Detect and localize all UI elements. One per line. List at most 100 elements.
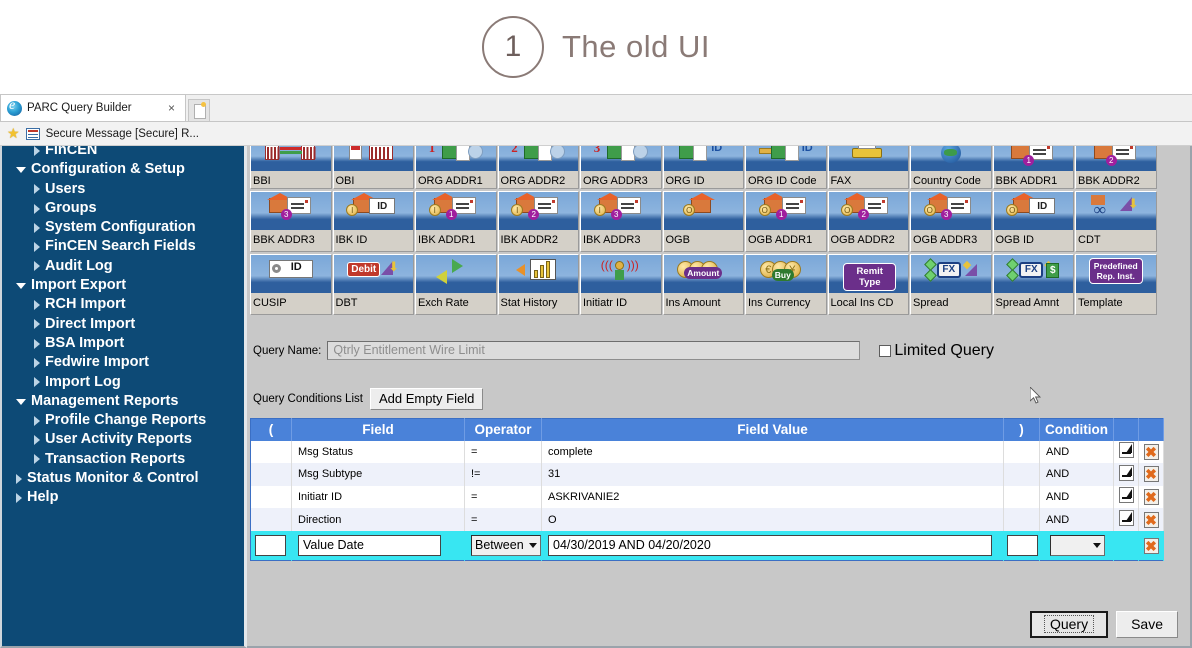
- new-tab-button[interactable]: [188, 99, 210, 121]
- sidebar-item-fincen-search-fields[interactable]: FinCEN Search Fields: [8, 237, 244, 256]
- sidebar-item-help[interactable]: Help: [8, 488, 244, 507]
- delete-icon[interactable]: ✖: [1143, 466, 1159, 483]
- query-name-input[interactable]: Qtrly Entitlement Wire Limit: [327, 341, 861, 360]
- palette-button-ogb-addr2[interactable]: O 2 OGB ADDR2: [827, 191, 909, 252]
- palette-button-bbk-addr3[interactable]: 3 BBK ADDR3: [250, 191, 332, 252]
- sidebar-item-import-export[interactable]: Import Export: [8, 276, 244, 295]
- delete-icon[interactable]: ✖: [1143, 537, 1159, 554]
- palette-button-cdt[interactable]: ∞ ⬇ CDT: [1075, 191, 1157, 252]
- palette-button-org-id[interactable]: ID ORG ID: [662, 146, 744, 189]
- palette-button-spread[interactable]: FX ◆ Spread: [910, 254, 992, 315]
- sidebar-item-transaction-reports[interactable]: Transaction Reports: [8, 450, 244, 469]
- cell-delete[interactable]: ✖: [1138, 440, 1164, 464]
- condition-select[interactable]: [1050, 535, 1105, 557]
- field-value-input[interactable]: 04/30/2019 AND 04/20/2020: [548, 535, 992, 557]
- cell-edit[interactable]: [1113, 508, 1139, 531]
- palette-button-ibk-addr3[interactable]: I 3 IBK ADDR3: [580, 191, 662, 252]
- cell-close-paren[interactable]: [1003, 530, 1040, 561]
- cell-delete[interactable]: ✖: [1138, 463, 1164, 486]
- sidebar-item-bsa-import[interactable]: BSA Import: [8, 334, 244, 353]
- limited-query-checkbox[interactable]: [879, 344, 892, 357]
- palette-button-org-id-code[interactable]: ID ORG ID Code: [745, 146, 827, 189]
- palette-button-org-addr3[interactable]: 3 ORG ADDR3: [580, 146, 662, 189]
- palette-button-dbt[interactable]: Debit ⬇ DBT: [332, 254, 414, 315]
- palette-button-org-addr1[interactable]: 1 ORG ADDR1: [415, 146, 497, 189]
- operator-select[interactable]: Between: [471, 535, 541, 557]
- palette-button-obi[interactable]: OBI: [332, 146, 414, 189]
- palette-button-ibk-id[interactable]: I ID IBK ID: [332, 191, 414, 252]
- sidebar-item-direct-import[interactable]: Direct Import: [8, 315, 244, 334]
- sidebar-item-rch-import[interactable]: RCH Import: [8, 295, 244, 314]
- edit-icon[interactable]: [1118, 510, 1134, 527]
- cell-condition[interactable]: [1039, 530, 1114, 561]
- palette-button-local-ins-cd[interactable]: Remit Type Local Ins CD: [827, 254, 909, 315]
- sidebar-item-system-configuration[interactable]: System Configuration: [8, 218, 244, 237]
- palette-button-bbk-addr2[interactable]: 2 BBK ADDR2: [1075, 146, 1157, 189]
- sidebar-item-status-monitor-control[interactable]: Status Monitor & Control: [8, 469, 244, 488]
- palette-button-country-code[interactable]: Country Code: [910, 146, 992, 189]
- cell-delete[interactable]: ✖: [1138, 508, 1164, 531]
- favorites-star-icon[interactable]: ★: [7, 125, 20, 142]
- cell-field[interactable]: Value Date: [291, 530, 465, 561]
- table-row[interactable]: Initiatr ID = ASKRIVANIE2 AND ✖: [250, 485, 1164, 509]
- cell-delete[interactable]: ✖: [1138, 530, 1164, 561]
- palette-button-exch-rate[interactable]: Exch Rate: [415, 254, 497, 315]
- sidebar-item-audit-log[interactable]: Audit Log: [8, 257, 244, 276]
- bookmark-item-secure-message[interactable]: Secure Message [Secure] R...: [46, 128, 199, 140]
- palette-button-ins-currency[interactable]: €¥BuyIns Currency: [745, 254, 827, 315]
- table-row-active[interactable]: Value Date Between 04/30/2019 AND 04/20/20…: [250, 530, 1164, 561]
- table-row[interactable]: Msg Status = complete AND ✖: [250, 440, 1164, 464]
- browser-tab-parc-query-builder[interactable]: PARC Query Builder ×: [0, 94, 186, 121]
- palette-button-ogb-addr1[interactable]: O 1 OGB ADDR1: [745, 191, 827, 252]
- sidebar-item-fincen[interactable]: FinCEN: [8, 146, 244, 160]
- palette-button-label: IBK ADDR1: [416, 230, 496, 251]
- add-empty-field-button[interactable]: Add Empty Field: [369, 388, 484, 410]
- palette-button-ins-amount[interactable]: Amount Ins Amount: [662, 254, 744, 315]
- delete-icon[interactable]: ✖: [1143, 443, 1159, 460]
- cell-open-paren[interactable]: [250, 530, 292, 561]
- palette-button-ogb-id[interactable]: O ID OGB ID: [992, 191, 1074, 252]
- cell-delete[interactable]: ✖: [1138, 485, 1164, 509]
- cell-edit[interactable]: [1113, 485, 1139, 509]
- field-input[interactable]: Value Date: [298, 535, 441, 557]
- cell-field-value[interactable]: 04/30/2019 AND 04/20/2020: [541, 530, 1004, 561]
- palette-button-ogb[interactable]: O OGB: [662, 191, 744, 252]
- palette-button-bbk-addr1[interactable]: 1 BBK ADDR1: [992, 146, 1074, 189]
- palette-button-template[interactable]: Predefined Rep. Inst. Template: [1075, 254, 1157, 315]
- close-icon[interactable]: ×: [164, 101, 179, 115]
- cell-operator[interactable]: Between: [464, 530, 542, 561]
- delete-icon[interactable]: ✖: [1143, 511, 1159, 528]
- palette-button-ogb-addr3[interactable]: O 3 OGB ADDR3: [910, 191, 992, 252]
- bbk-address-2-icon: 2: [1076, 146, 1156, 172]
- sidebar-item-users[interactable]: Users: [8, 180, 244, 199]
- query-button[interactable]: Query: [1029, 611, 1109, 638]
- sidebar-item-profile-change-reports[interactable]: Profile Change Reports: [8, 411, 244, 430]
- sidebar-item-groups[interactable]: Groups: [8, 199, 244, 218]
- sidebar-item-configuration-setup[interactable]: Configuration & Setup: [8, 160, 244, 179]
- palette-button-spread-amnt[interactable]: FX◆$Spread Amnt: [992, 254, 1074, 315]
- palette-button-org-addr2[interactable]: 2 ORG ADDR2: [497, 146, 579, 189]
- sidebar-item-management-reports[interactable]: Management Reports: [8, 392, 244, 411]
- sidebar-item-user-activity-reports[interactable]: User Activity Reports: [8, 430, 244, 449]
- save-button[interactable]: Save: [1116, 611, 1178, 638]
- table-row[interactable]: Msg Subtype != 31 AND ✖: [250, 463, 1164, 486]
- sidebar-item-import-log[interactable]: Import Log: [8, 373, 244, 392]
- palette-button-ibk-addr2[interactable]: I 2 IBK ADDR2: [497, 191, 579, 252]
- cell-edit[interactable]: [1113, 440, 1139, 464]
- palette-button-bbi[interactable]: BBI: [250, 146, 332, 189]
- edit-icon[interactable]: [1118, 442, 1134, 459]
- sidebar-item-fedwire-import[interactable]: Fedwire Import: [8, 353, 244, 372]
- palette-button-stat-history[interactable]: Stat History: [497, 254, 579, 315]
- table-row[interactable]: Direction = O AND ✖: [250, 508, 1164, 531]
- open-paren-input[interactable]: [255, 535, 286, 557]
- palette-button-initiatr-id[interactable]: ((())) Initiatr ID: [580, 254, 662, 315]
- delete-icon[interactable]: ✖: [1143, 488, 1159, 505]
- edit-icon[interactable]: [1118, 487, 1134, 504]
- close-paren-input[interactable]: [1007, 535, 1038, 557]
- palette-button-fax[interactable]: FAX: [827, 146, 909, 189]
- palette-button-ibk-addr1[interactable]: I 1 IBK ADDR1: [415, 191, 497, 252]
- limited-query-checkbox-wrapper[interactable]: Limited Query: [879, 342, 994, 360]
- edit-icon[interactable]: [1118, 464, 1134, 481]
- palette-button-cusip[interactable]: ID CUSIP: [250, 254, 332, 315]
- cell-edit[interactable]: [1113, 463, 1139, 486]
